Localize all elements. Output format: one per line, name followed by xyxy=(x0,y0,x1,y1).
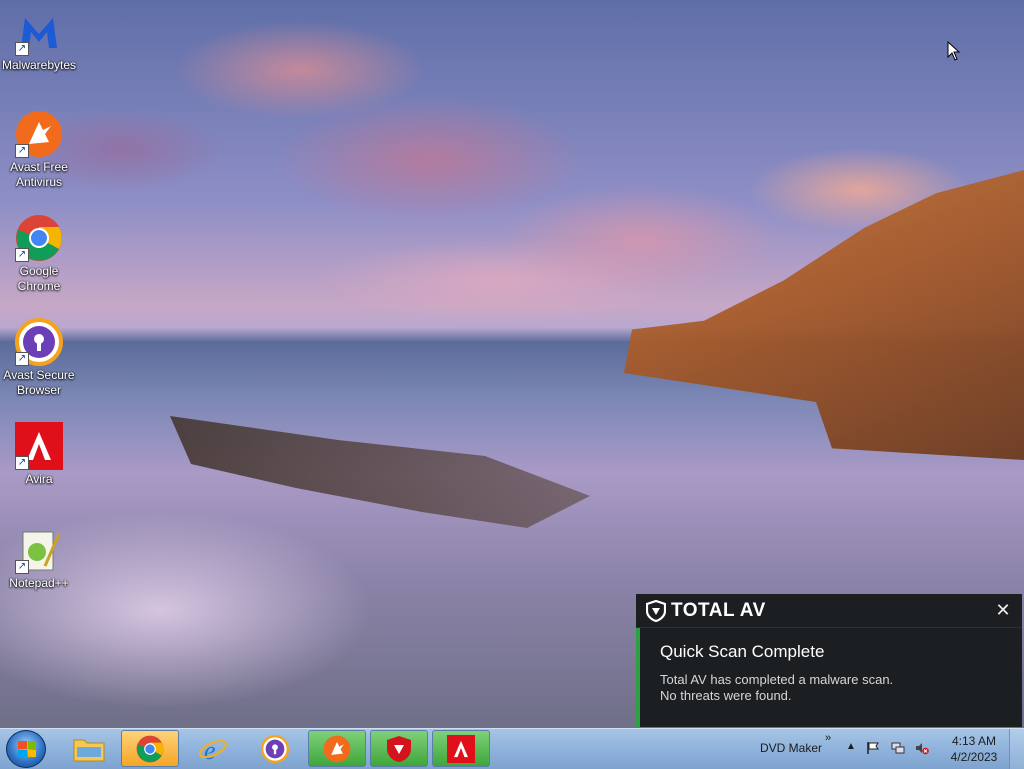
desktop-icon-avast-free-antivirus[interactable]: ↗ Avast Free Antivirus xyxy=(2,110,76,190)
folder-icon xyxy=(73,739,105,761)
desktop-icon-label: Notepad++ xyxy=(9,576,69,590)
clock-date: 4/2/2023 xyxy=(950,750,998,764)
desktop-icon-label: Avast Free Antivirus xyxy=(10,160,68,189)
desktop-icon-label: Google Chrome xyxy=(17,264,61,293)
taskbar-totalav[interactable] xyxy=(370,730,428,767)
toolbar-chevron-icon[interactable]: » xyxy=(825,732,831,744)
malwarebytes-icon: ↗ xyxy=(15,8,63,56)
desktop-icon-malwarebytes[interactable]: ↗ Malwarebytes xyxy=(2,8,76,73)
close-icon[interactable]: ✕ xyxy=(993,600,1013,620)
shortcut-arrow-icon: ↗ xyxy=(15,144,29,158)
windows-logo-icon xyxy=(18,741,36,757)
notification-body: Quick Scan Complete Total AV has complet… xyxy=(636,628,1022,727)
avast-browser-icon: ↗ xyxy=(15,318,63,366)
chrome-icon: ↗ xyxy=(15,214,63,262)
totalav-notification[interactable]: TOTAL AV ✕ Quick Scan Complete Total AV … xyxy=(636,594,1022,727)
start-button[interactable] xyxy=(6,730,46,768)
taskbar-avast-antivirus[interactable] xyxy=(308,730,366,767)
totalav-logo: TOTAL AV xyxy=(646,599,766,622)
notification-title: Quick Scan Complete xyxy=(660,642,825,661)
tray-toolbar-label[interactable]: DVD Maker xyxy=(760,741,822,755)
notification-message-line-1: Total AV has completed a malware scan. xyxy=(660,672,894,687)
avira-icon: ↗ xyxy=(15,422,63,470)
taskbar: e DVD Maker » ▲ 4:13 AM 4/2/2023 xyxy=(0,728,1024,769)
shortcut-arrow-icon: ↗ xyxy=(15,42,29,56)
taskbar-explorer[interactable] xyxy=(60,730,118,767)
avast-antivirus-icon: ↗ xyxy=(15,110,63,158)
volume-muted-icon[interactable] xyxy=(915,741,929,755)
shield-icon xyxy=(646,599,666,622)
svg-text:e: e xyxy=(204,736,216,764)
desktop-icon-avast-secure-browser[interactable]: ↗ Avast Secure Browser xyxy=(2,318,76,398)
show-hidden-icons-button[interactable]: ▲ xyxy=(846,741,856,752)
chrome-icon xyxy=(136,735,164,762)
desktop-icon-label: Avira xyxy=(25,472,53,486)
avast-antivirus-icon xyxy=(323,735,351,762)
taskbar-internet-explorer[interactable]: e xyxy=(184,730,242,767)
desktop-icon-notepadpp[interactable]: ↗ Notepad++ xyxy=(2,526,76,591)
desktop-icon-label: Avast Secure Browser xyxy=(3,368,75,397)
avast-browser-icon xyxy=(261,734,289,763)
notification-header: TOTAL AV ✕ xyxy=(636,594,1022,628)
desktop-icon-google-chrome[interactable]: ↗ Google Chrome xyxy=(2,214,76,294)
system-clock[interactable]: 4:13 AM 4/2/2023 xyxy=(942,733,1006,765)
desktop-icon-avira[interactable]: ↗ Avira xyxy=(2,422,76,487)
notepadpp-icon: ↗ xyxy=(15,526,63,574)
mouse-cursor-icon xyxy=(947,40,961,66)
taskbar-chrome[interactable] xyxy=(121,730,179,767)
action-center-flag-icon[interactable] xyxy=(866,741,880,755)
show-desktop-button[interactable] xyxy=(1009,729,1024,769)
shortcut-arrow-icon: ↗ xyxy=(15,352,29,366)
totalav-icon xyxy=(387,735,411,762)
desktop-icon-label: Malwarebytes xyxy=(2,58,77,72)
wallpaper-foam xyxy=(0,470,520,728)
brand-name: TOTAL AV xyxy=(671,599,766,621)
shortcut-arrow-icon: ↗ xyxy=(15,560,29,574)
clock-time: 4:13 AM xyxy=(951,734,997,748)
shortcut-arrow-icon: ↗ xyxy=(15,248,29,262)
network-icon[interactable] xyxy=(891,741,905,755)
taskbar-avira[interactable] xyxy=(432,730,490,767)
internet-explorer-icon: e xyxy=(199,736,227,764)
taskbar-avast-browser[interactable] xyxy=(246,730,304,767)
notification-message-line-2: No threats were found. xyxy=(660,688,792,703)
avira-icon xyxy=(447,734,475,763)
shortcut-arrow-icon: ↗ xyxy=(15,456,29,470)
